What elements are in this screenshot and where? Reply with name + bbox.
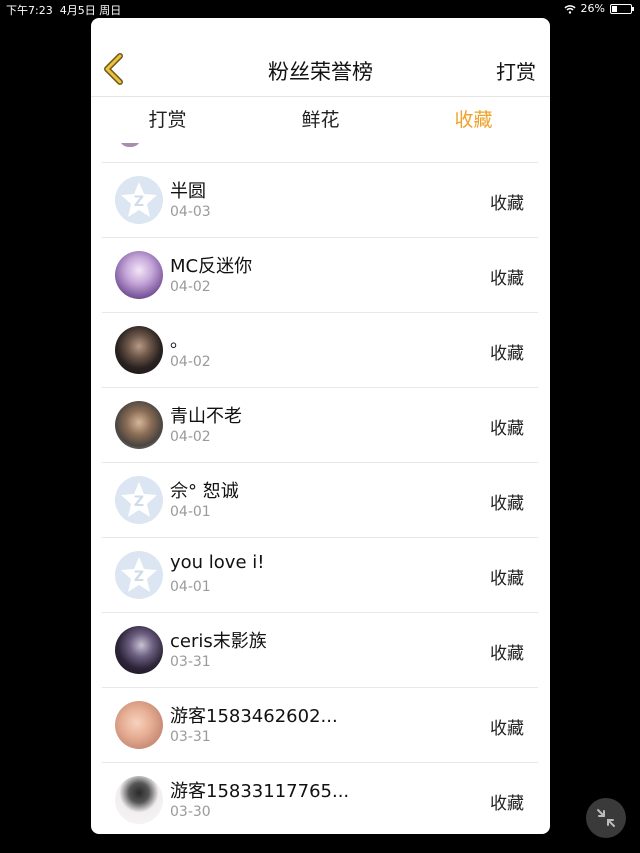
fan-date: 04-01 xyxy=(170,579,211,595)
tab-favorites[interactable]: 收藏 xyxy=(397,97,550,144)
fan-name: 游客1583462602... xyxy=(170,706,338,727)
wifi-icon xyxy=(564,4,576,14)
list-item[interactable]: 。 04-02 收藏 xyxy=(102,313,538,388)
list-item[interactable]: 游客1583462602... 03-31 收藏 xyxy=(102,688,538,763)
avatar xyxy=(115,701,163,749)
fan-date: 03-30 xyxy=(170,804,211,820)
collapse-button[interactable] xyxy=(586,798,626,838)
fan-name: 游客15833117765... xyxy=(170,781,350,802)
favorite-label: 收藏 xyxy=(490,719,524,739)
tab-reward[interactable]: 打赏 xyxy=(91,97,244,144)
fan-date: 03-31 xyxy=(170,654,211,670)
list-item[interactable]: MC反迷你 04-02 收藏 xyxy=(102,238,538,313)
fan-name: 半圆 xyxy=(170,181,206,202)
list-item[interactable]: Z 半圆 04-03 收藏 xyxy=(102,163,538,238)
fan-date: 04-02 xyxy=(170,429,211,445)
svg-text:Z: Z xyxy=(134,194,144,210)
battery-icon xyxy=(610,3,634,14)
tab-bar: 打赏 鲜花 收藏 xyxy=(91,97,550,144)
list-item[interactable]: Z 佘° 恕诚 04-01 收藏 xyxy=(102,463,538,538)
svg-text:Z: Z xyxy=(134,569,144,585)
avatar xyxy=(115,251,163,299)
fan-name: 佘° 恕诚 xyxy=(170,481,239,502)
status-bar: 下午7:23 4月5日 周日 26% xyxy=(0,0,640,18)
tab-flowers[interactable]: 鲜花 xyxy=(244,97,397,144)
honor-list-panel: 粉丝荣誉榜 打赏 打赏 鲜花 收藏 Z 半圆 04-03 收藏 MC反迷你 04… xyxy=(91,18,550,834)
fan-list[interactable]: Z 半圆 04-03 收藏 MC反迷你 04-02 收藏 。 04-02 收藏 … xyxy=(102,143,538,834)
fan-name: you love i! xyxy=(170,552,265,573)
fan-name: 。 xyxy=(170,331,188,352)
star-logo-icon: Z xyxy=(115,476,163,524)
battery-percent: 26% xyxy=(580,2,605,15)
fan-name: ceris末影族 xyxy=(170,631,267,652)
favorite-label: 收藏 xyxy=(490,569,524,589)
list-item[interactable]: 青山不老 04-02 收藏 xyxy=(102,388,538,463)
page-title: 粉丝荣誉榜 xyxy=(268,60,373,84)
fan-name: MC反迷你 xyxy=(170,256,253,277)
list-item-partial xyxy=(102,143,538,163)
star-logo-icon: Z xyxy=(115,551,163,599)
fan-date: 03-31 xyxy=(170,729,211,745)
fan-date: 04-01 xyxy=(170,504,211,520)
favorite-label: 收藏 xyxy=(490,344,524,364)
favorite-label: 收藏 xyxy=(490,269,524,289)
status-time-date: 下午7:23 4月5日 周日 xyxy=(6,4,122,17)
favorite-label: 收藏 xyxy=(490,194,524,214)
favorite-label: 收藏 xyxy=(490,644,524,664)
reward-button[interactable]: 打赏 xyxy=(496,56,536,85)
list-item[interactable]: ceris末影族 03-31 收藏 xyxy=(102,613,538,688)
collapse-icon xyxy=(597,809,615,827)
avatar xyxy=(115,626,163,674)
avatar xyxy=(115,401,163,449)
header: 粉丝荣誉榜 打赏 xyxy=(91,18,550,97)
list-item[interactable]: Z you love i! 04-01 收藏 xyxy=(102,538,538,613)
favorite-label: 收藏 xyxy=(490,794,524,814)
favorite-label: 收藏 xyxy=(490,494,524,514)
avatar xyxy=(119,143,141,147)
fan-date: 04-03 xyxy=(170,204,211,220)
fan-date: 04-02 xyxy=(170,354,211,370)
fan-name: 青山不老 xyxy=(170,406,242,427)
avatar xyxy=(115,776,163,824)
svg-text:Z: Z xyxy=(134,494,144,510)
star-logo-icon: Z xyxy=(115,176,163,224)
favorite-label: 收藏 xyxy=(490,419,524,439)
avatar xyxy=(115,326,163,374)
fan-date: 04-02 xyxy=(170,279,211,295)
list-item[interactable]: 游客15833117765... 03-30 收藏 xyxy=(102,763,538,834)
